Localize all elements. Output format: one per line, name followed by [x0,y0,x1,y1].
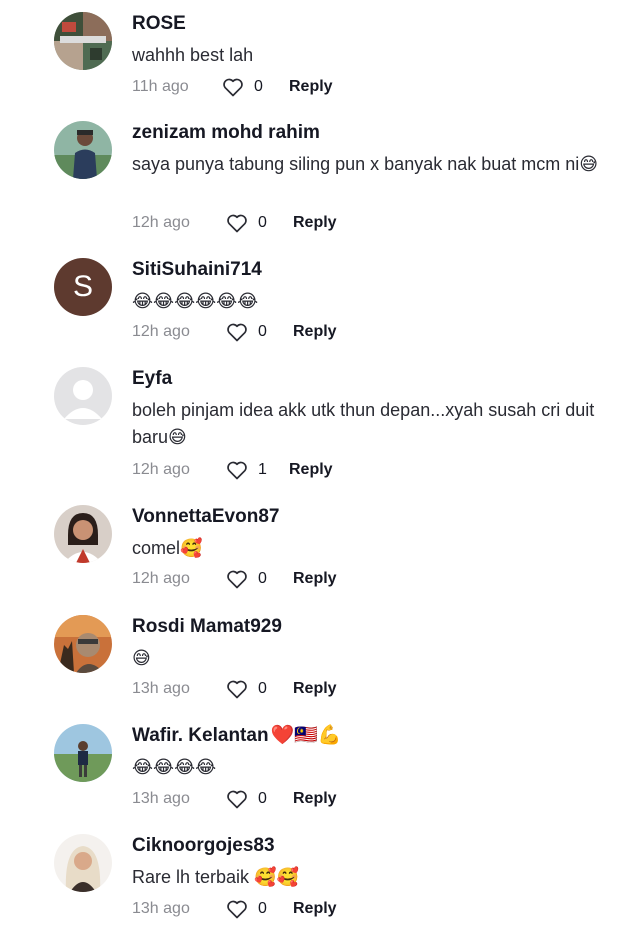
avatar-letter: S [72,270,93,303]
like-button[interactable]: 0 [225,677,267,701]
comment-text: saya punya tabung siling pun x banyak na… [132,154,599,174]
like-count: 0 [258,214,267,231]
heart-outline-icon [227,900,247,919]
comment-text: boleh pinjam idea akk utk thun depan...x… [132,400,595,447]
avatar[interactable]: S [54,258,112,316]
timestamp: 12h ago [132,214,190,231]
timestamp: 13h ago [132,900,190,917]
avatar[interactable] [54,724,112,782]
timestamp: 13h ago [132,680,190,697]
reply-button[interactable]: Reply [293,787,337,811]
like-count: 1 [258,461,267,478]
reply-button[interactable]: Reply [293,897,337,921]
timestamp: 13h ago [132,790,190,807]
avatar[interactable] [54,834,112,892]
heart-outline-icon [227,790,247,809]
comment-text: Rare lh terbaik 🥰🥰 [132,867,299,887]
like-count: 0 [258,900,267,917]
username[interactable]: Rosdi Mamat929 [132,615,282,639]
heart-outline-icon [227,461,247,480]
reply-button[interactable]: Reply [293,567,337,591]
username[interactable]: VonnettaEvon87 [132,505,279,529]
like-button[interactable]: 1 [225,458,267,482]
username[interactable]: zenizam mohd rahim [132,121,320,145]
avatar[interactable] [54,615,112,673]
like-button[interactable]: 0 [225,787,267,811]
username[interactable]: Wafir. Kelantan ❤️🇲🇾💪 [132,724,342,748]
username[interactable]: Ciknoorgojes83 [132,834,275,858]
reply-button[interactable]: Reply [289,458,333,482]
like-count: 0 [258,570,267,587]
comment-text: 😅 [132,648,151,668]
timestamp: 12h ago [132,323,190,340]
heart-outline-icon [227,680,247,699]
comment-text: wahhh best lah [132,45,254,65]
heart-outline-icon [227,214,247,233]
like-button[interactable]: 0 [225,211,267,235]
avatar[interactable] [54,121,112,179]
like-count: 0 [258,790,267,807]
comment-text: 😂😂😂😂😂😂 [132,291,259,311]
heart-outline-icon [227,323,247,342]
like-count: 0 [258,323,267,340]
reply-button[interactable]: Reply [293,677,337,701]
timestamp: 11h ago [132,78,189,95]
avatar[interactable] [54,12,112,70]
avatar[interactable] [54,367,112,425]
heart-outline-icon [227,570,247,589]
heart-outline-icon [223,78,243,97]
like-button[interactable]: 0 [225,897,267,921]
username-emoji: ❤️🇲🇾💪 [270,725,342,746]
timestamp: 12h ago [132,461,190,478]
comment-text: comel🥰 [132,538,203,558]
username[interactable]: SitiSuhaini714 [132,258,262,282]
reply-button[interactable]: Reply [289,75,333,99]
username[interactable]: ROSE [132,12,186,36]
like-count: 0 [254,78,263,95]
like-button[interactable]: 0 [221,75,263,99]
like-button[interactable]: 0 [225,320,267,344]
like-button[interactable]: 0 [225,567,267,591]
comment-text: 😂😂😂😂 [132,757,217,777]
reply-button[interactable]: Reply [293,211,337,235]
like-count: 0 [258,680,267,697]
avatar[interactable] [54,505,112,563]
timestamp: 12h ago [132,570,190,587]
reply-button[interactable]: Reply [293,320,337,344]
username[interactable]: Eyfa [132,367,172,391]
